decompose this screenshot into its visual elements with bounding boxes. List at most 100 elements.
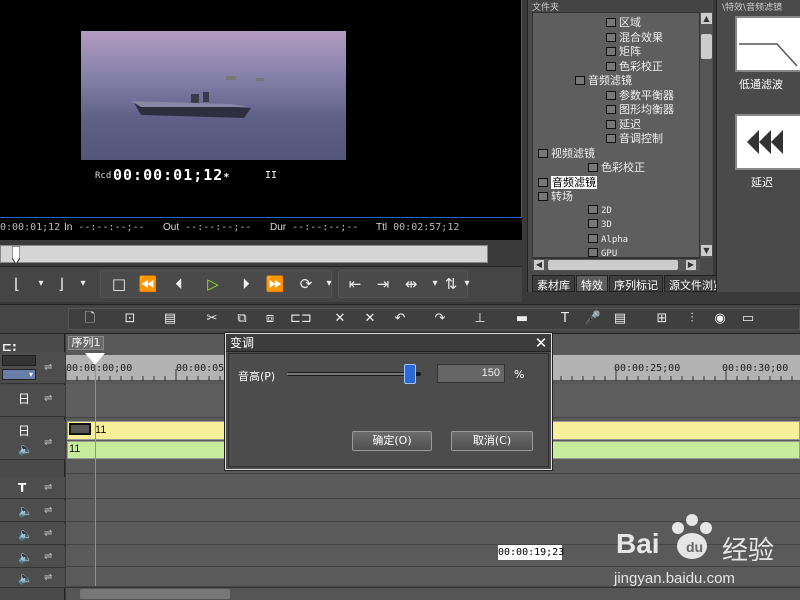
title-track-icon[interactable]: T [18, 481, 26, 495]
paste-icon[interactable]: ⧈ [260, 309, 280, 329]
mark-out-icon[interactable]: ⌋ [50, 273, 72, 295]
rewind-icon[interactable]: ⏪ [137, 273, 159, 295]
speaker-icon[interactable]: 🔈 [18, 442, 33, 456]
tree-item[interactable]: 音频滤镜 [575, 72, 632, 87]
tree-item[interactable]: 视频滤镜 [538, 145, 595, 160]
grid-icon[interactable]: ⊞ [652, 309, 672, 329]
timeline-scroll-thumb[interactable] [80, 589, 230, 599]
link-icon[interactable]: ⊏⊐ [290, 309, 312, 329]
overwrite-icon[interactable]: ⇥ [372, 273, 394, 295]
mark-in-icon[interactable]: ⌊ [6, 273, 28, 295]
track-row[interactable] [66, 477, 800, 499]
speaker-icon[interactable]: 🔈 [18, 527, 33, 541]
tree-item[interactable]: 延迟 [606, 116, 641, 131]
tree-item[interactable]: 转场 [538, 188, 573, 203]
pitch-value-input[interactable]: 150 [437, 364, 505, 383]
redo-icon[interactable]: ↷ [430, 309, 450, 329]
cancel-button[interactable]: 取消(C) [451, 431, 533, 451]
insert-icon[interactable]: ⇤ [344, 273, 366, 295]
lowpass-filter-tile[interactable] [735, 16, 800, 72]
paw-icon: du [672, 514, 712, 559]
sync-icon[interactable]: ⇌ [44, 437, 52, 448]
sync-icon[interactable]: ⇌ [44, 528, 52, 539]
tree-item-label: 区域 [619, 16, 641, 29]
playhead-line[interactable] [95, 358, 96, 586]
mixer-color-icon[interactable]: ▤ [610, 309, 630, 329]
mark-out-dropdown-icon[interactable]: ▾ [72, 273, 94, 295]
playhead-marker[interactable] [85, 353, 105, 365]
layout-icon[interactable]: ▭ [738, 309, 758, 329]
sync-icon[interactable]: ⇌ [44, 572, 52, 583]
folder-icon [588, 204, 598, 214]
tree-item-label: 色彩校正 [619, 59, 663, 73]
close-icon[interactable]: ✕ [532, 334, 550, 352]
sync-icon[interactable]: ⇌ [44, 482, 52, 493]
tree-item[interactable]: 区域 [606, 14, 641, 29]
sequence-tab[interactable]: 序列1 [68, 336, 104, 350]
color-wheel-icon[interactable]: ◉ [710, 309, 730, 329]
step-back-icon[interactable]: ⏴ [168, 273, 190, 295]
marker-icon[interactable]: ⊥ [470, 309, 490, 329]
folder-icon [606, 134, 616, 143]
ok-button[interactable]: 确定(O) [352, 431, 432, 451]
microphone-icon[interactable]: 🎤 [583, 309, 603, 329]
delete-icon[interactable]: ✕ [330, 309, 350, 329]
pitch-slider-thumb[interactable] [404, 364, 416, 384]
loop-icon[interactable]: ⟳ [295, 273, 317, 295]
new-icon[interactable]: 🗋 [80, 309, 100, 329]
delay-tile[interactable] [735, 114, 800, 170]
mark-in-dropdown-icon[interactable]: ▾ [30, 273, 52, 295]
record-label: Rcd [95, 171, 112, 181]
sync-icon[interactable]: ⇌ [44, 551, 52, 562]
ripple-delete-icon[interactable]: ✕ [360, 309, 380, 329]
track-header-1va: 日 🔈 ⇌ [0, 420, 65, 460]
tree-item-label: 参数平衡器 [619, 88, 674, 102]
open-icon[interactable]: ⊡ [120, 309, 140, 329]
tree-item[interactable]: 矩阵 [606, 43, 641, 58]
tree-item[interactable]: 色彩校正 [588, 159, 645, 174]
tree-item[interactable]: 色彩校正 [606, 58, 663, 73]
cut-icon[interactable]: ✂ [202, 309, 222, 329]
speaker-icon[interactable]: 🔈 [18, 550, 33, 564]
video-track-icon[interactable]: 日 [18, 390, 30, 407]
play-icon[interactable]: ▷ [202, 273, 224, 295]
scrub-bar[interactable] [0, 245, 488, 263]
undo-icon[interactable]: ↶ [390, 309, 410, 329]
tree-vertical-scrollbar[interactable]: ▲ ▼ [699, 12, 712, 258]
sync-icon[interactable]: ⇌ [44, 393, 52, 404]
tree-item[interactable]: 图形均衡器 [606, 101, 674, 116]
folder-icon [588, 219, 598, 228]
track-header-1v: 日 ⇌ [0, 385, 65, 417]
tree-item[interactable]: 参数平衡器 [606, 87, 674, 102]
video-track-icon[interactable]: 日 [18, 422, 30, 439]
current-timecode: 0:00:01;12 [0, 222, 61, 233]
tree-item[interactable]: 2D [588, 203, 612, 217]
speaker-icon[interactable]: 🔈 [18, 571, 33, 585]
stop-icon[interactable]: □ [108, 273, 130, 295]
tree-horizontal-scrollbar[interactable]: ◀ ▶ [532, 258, 700, 271]
folder-icon [606, 32, 616, 42]
split-icon[interactable]: ⇹ [400, 273, 422, 295]
audio-mixer-icon[interactable]: ⫶ [682, 309, 702, 329]
sync-icon[interactable]: ⇌ [44, 505, 52, 516]
speaker-icon[interactable]: 🔈 [18, 504, 33, 518]
fast-forward-icon[interactable]: ⏩ [264, 273, 286, 295]
copy-icon[interactable]: ⧉ [232, 309, 252, 329]
tree-item[interactable]: 音频滤镜 [538, 174, 597, 189]
step-forward-icon[interactable]: ⏵ [235, 273, 257, 295]
tree-item[interactable]: Alpha [588, 232, 628, 246]
tree-item[interactable]: 3D [588, 217, 612, 231]
export-dropdown-icon[interactable]: ▾ [456, 273, 478, 295]
tree-item[interactable]: 音调控制 [606, 130, 663, 145]
tab-bin[interactable]: 素材库 [532, 275, 575, 292]
clip-icon[interactable]: ▬ [512, 309, 532, 329]
tree-item[interactable]: 混合效果 [606, 29, 663, 44]
loop-dropdown-icon[interactable]: ▾ [318, 273, 340, 295]
tab-effects[interactable]: 特效 [576, 275, 608, 292]
sync-icon[interactable]: ⇌ [44, 362, 52, 373]
save-icon[interactable]: ▤ [160, 309, 180, 329]
folder-icon [606, 18, 616, 27]
title-icon[interactable]: T [555, 309, 575, 329]
tab-sequence-markers[interactable]: 序列标记 [609, 275, 663, 292]
scrub-handle[interactable] [12, 246, 20, 264]
